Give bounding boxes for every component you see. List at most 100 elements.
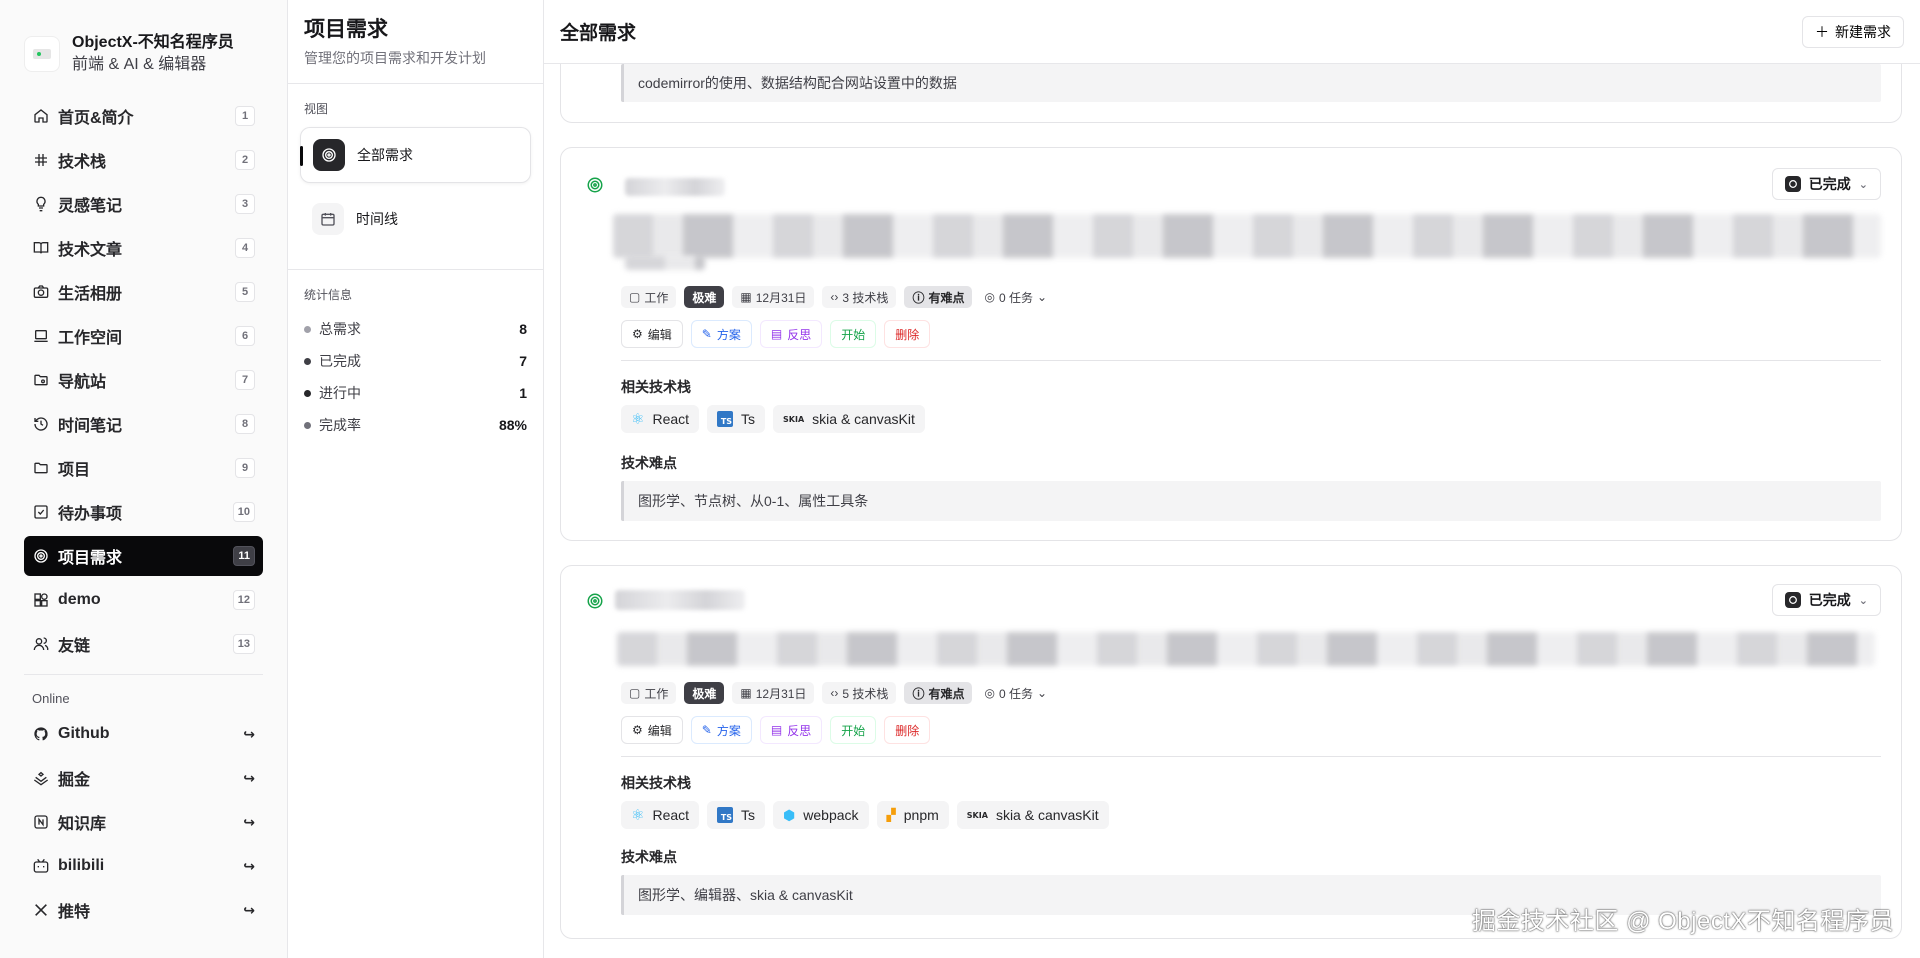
tag-label: 工作 [644,686,669,701]
nav-item-album[interactable]: 生活相册 5 [24,272,263,312]
stat-label: 总需求 [319,321,361,337]
requirement-card[interactable]: 已完成 ⌄ ▢ 工作 极难 ▦ 12月31日 ‹› 3 技术栈 ⓘ 有难点 ◎ 0 任务 ⌄ [560,147,1902,541]
stat-label: 已完成 [319,353,361,369]
requirement-card[interactable]: 已完成 ⌄ ▢ 工作 极难 ▦ 12月31日 ‹› 5 技术栈 ⓘ 有难点 ◎ 0 任务 ⌄… [560,565,1902,939]
target-icon: ◎ [984,290,995,304]
nav-item-home[interactable]: 首页&简介 1 [24,96,263,136]
nav-item-projects[interactable]: 项目 9 [24,448,263,488]
new-requirement-label: 新建需求 [1835,23,1891,40]
checkbox-icon [32,503,50,521]
stats-section: 统计信息 总需求 8 已完成 7 进行中 1 完成率 88% [288,270,543,451]
requirement-title-redacted [625,178,725,196]
target-icon [313,139,345,171]
target-icon [32,547,50,565]
button-label: 方案 [716,723,741,738]
start-button[interactable]: 开始 [830,320,877,348]
info-icon: ⓘ [912,686,925,701]
category-tag: ▢ 工作 [621,286,677,308]
delete-button[interactable]: 删除 [884,716,931,744]
edit-button[interactable]: ⚙ 编辑 [621,320,683,348]
lightbulb-icon [32,195,50,213]
status-label: 已完成 [1808,176,1851,192]
nav-label: 灵感笔记 [58,198,123,215]
start-button[interactable]: 开始 [830,716,877,744]
online-label: 知识库 [58,816,107,833]
nav-item-articles[interactable]: 技术文章 4 [24,228,263,268]
bilibili-icon [32,857,50,875]
tag-label: 5 技术栈 [842,686,889,701]
tag-label: 工作 [644,290,669,305]
code-icon: ‹› [830,686,839,700]
external-link-icon: ↪ [243,725,255,742]
nav-item-requirements[interactable]: 项目需求 11 [24,536,263,576]
chevron-down-icon: ⌄ [1036,290,1048,304]
hash-icon [32,151,50,169]
panel-title: 项目需求 [304,18,388,41]
target-status-icon [587,177,603,193]
webpack-icon: ⬢ [783,806,796,823]
nav-label: 生活相册 [58,286,123,303]
nav-item-todos[interactable]: 待办事项 10 [24,492,263,532]
chip-label: skia & canvasKit [812,411,915,427]
online-item-juejin[interactable]: 掘金 ↪ [24,758,263,798]
stat-value: 1 [519,385,527,401]
stack-list: ⚛ React TS Ts SKIA skia & canvasKit [621,405,1881,433]
difficulty-title: 技术难点 [621,849,677,865]
online-item-bilibili[interactable]: bilibili ↪ [24,846,263,886]
reflect-button[interactable]: ▤ 反思 [759,320,823,348]
external-link-icon: ↪ [243,901,255,918]
sidebar-divider [24,674,263,675]
chevron-down-icon: ⌄ [1858,178,1868,191]
nav-item-notes[interactable]: 灵感笔记 3 [24,184,263,224]
external-link-icon: ↪ [243,857,255,874]
stack-chip: ⚛ React [621,405,700,433]
stack-count-tag: ‹› 5 技术栈 [822,682,897,704]
plan-button[interactable]: ✎ 方案 [690,716,752,744]
tasks-toggle[interactable]: ◎ 0 任务 ⌄ [980,682,1051,704]
typescript-icon: TS [717,411,734,427]
nav-item-time-notes[interactable]: 时间笔记 8 [24,404,263,444]
views-title: 视图 [304,102,329,116]
requirements-list[interactable]: codemirror的使用、数据结构配合网站设置中的数据 已完成 ⌄ ▢ 工作 极… [544,64,1920,958]
status-select[interactable]: 已完成 ⌄ [1771,584,1881,616]
shortcut-badge: 5 [235,282,255,302]
requirement-description-redacted [613,214,1881,258]
tag-row: ▢ 工作 极难 ▦ 12月31日 ‹› 3 技术栈 ⓘ 有难点 ◎ 0 任务 ⌄ [621,286,1881,308]
nav-label: demo [58,591,101,608]
tag-label: 3 技术栈 [842,290,889,305]
online-item-github[interactable]: Github ↪ [24,714,263,754]
shortcut-badge: 2 [235,150,255,170]
book-icon [32,239,50,257]
nav-item-tech-stack[interactable]: 技术栈 2 [24,140,263,180]
online-item-notion[interactable]: 知识库 ↪ [24,802,263,842]
home-icon [32,107,50,125]
button-label: 反思 [787,327,812,342]
view-all-requirements[interactable]: 全部需求 [300,127,531,183]
nav-item-friends[interactable]: 友链 13 [24,624,263,664]
brand[interactable]: ObjectX-不知名程序员 前端 & AI & 编辑器 [24,28,263,80]
external-link-icon: ↪ [243,769,255,786]
stack-chip: ⬢ webpack [773,801,869,829]
plan-button[interactable]: ✎ 方案 [690,320,752,348]
shortcut-badge: 3 [235,194,255,214]
online-item-x[interactable]: 推特 ↪ [24,890,263,930]
stack-title: 相关技术栈 [621,379,691,395]
new-requirement-button[interactable]: ＋ 新建需求 [1802,15,1904,48]
delete-button[interactable]: 删除 [884,320,931,348]
nav-label: 时间笔记 [58,418,123,435]
shortcut-badge: 6 [235,326,255,346]
requirement-description-redacted [617,632,1875,666]
stat-completed: 已完成 7 [300,345,531,377]
nav-item-workspace[interactable]: 工作空间 6 [24,316,263,356]
chevron-down-icon: ⌄ [1858,594,1868,607]
nav-item-nav-site[interactable]: 导航站 7 [24,360,263,400]
status-select[interactable]: 已完成 ⌄ [1771,168,1881,200]
plus-icon: ＋ [1815,23,1829,40]
juejin-icon [32,769,50,787]
reflect-button[interactable]: ▤ 反思 [759,716,823,744]
view-timeline[interactable]: 时间线 [300,191,531,247]
folder-search-icon [32,371,50,389]
tasks-toggle[interactable]: ◎ 0 任务 ⌄ [980,286,1051,308]
edit-button[interactable]: ⚙ 编辑 [621,716,683,744]
nav-item-demo[interactable]: demo 12 [24,580,263,620]
